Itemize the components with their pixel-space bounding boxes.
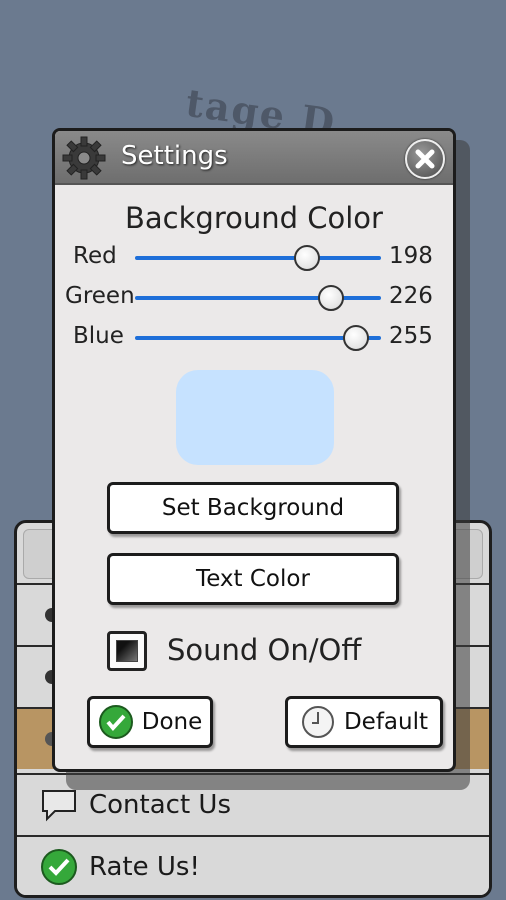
blue-slider-thumb[interactable]	[343, 325, 370, 351]
gear-icon	[62, 136, 106, 180]
dialog-titlebar: Settings	[55, 131, 453, 185]
done-label: Done	[141, 709, 203, 735]
speech-bubble-icon	[42, 790, 76, 822]
checkmark-icon	[41, 849, 77, 885]
clock-icon	[301, 706, 334, 738]
blue-label: Blue	[73, 323, 124, 349]
close-button[interactable]	[405, 139, 445, 179]
close-icon	[415, 149, 435, 169]
red-slider-row: Red 198	[55, 241, 453, 275]
red-value: 198	[389, 243, 433, 269]
green-label: Green	[65, 283, 135, 309]
sound-label: Sound On/Off	[167, 633, 362, 667]
menu-item-label: Rate Us!	[89, 852, 200, 882]
blue-slider-row: Blue 255	[55, 321, 453, 355]
settings-dialog: Settings Background Color Red 198 Green …	[52, 128, 456, 772]
blue-value: 255	[389, 323, 433, 349]
set-background-button[interactable]: Set Background	[107, 482, 399, 534]
color-preview-swatch	[176, 370, 334, 465]
green-value: 226	[389, 283, 433, 309]
dialog-title: Settings	[121, 141, 228, 171]
red-label: Red	[73, 243, 117, 269]
set-background-label: Set Background	[161, 495, 345, 521]
menu-item-label: Contact Us	[89, 790, 231, 820]
text-color-label: Text Color	[196, 566, 310, 592]
checkbox-checked-indicator	[116, 640, 138, 662]
red-slider-track[interactable]	[135, 256, 381, 260]
green-slider-row: Green 226	[55, 281, 453, 315]
green-slider-thumb[interactable]	[318, 285, 345, 311]
default-button[interactable]: Default	[285, 696, 443, 748]
text-color-button[interactable]: Text Color	[107, 553, 399, 605]
checkmark-icon	[98, 705, 133, 739]
green-slider-track[interactable]	[135, 296, 381, 300]
menu-item-rate-us[interactable]: Rate Us!	[17, 835, 489, 895]
red-slider-thumb[interactable]	[293, 245, 320, 271]
background-color-heading: Background Color	[125, 201, 383, 235]
sound-checkbox[interactable]	[107, 631, 147, 671]
done-button[interactable]: Done	[87, 696, 213, 748]
default-label: Default	[343, 709, 429, 735]
